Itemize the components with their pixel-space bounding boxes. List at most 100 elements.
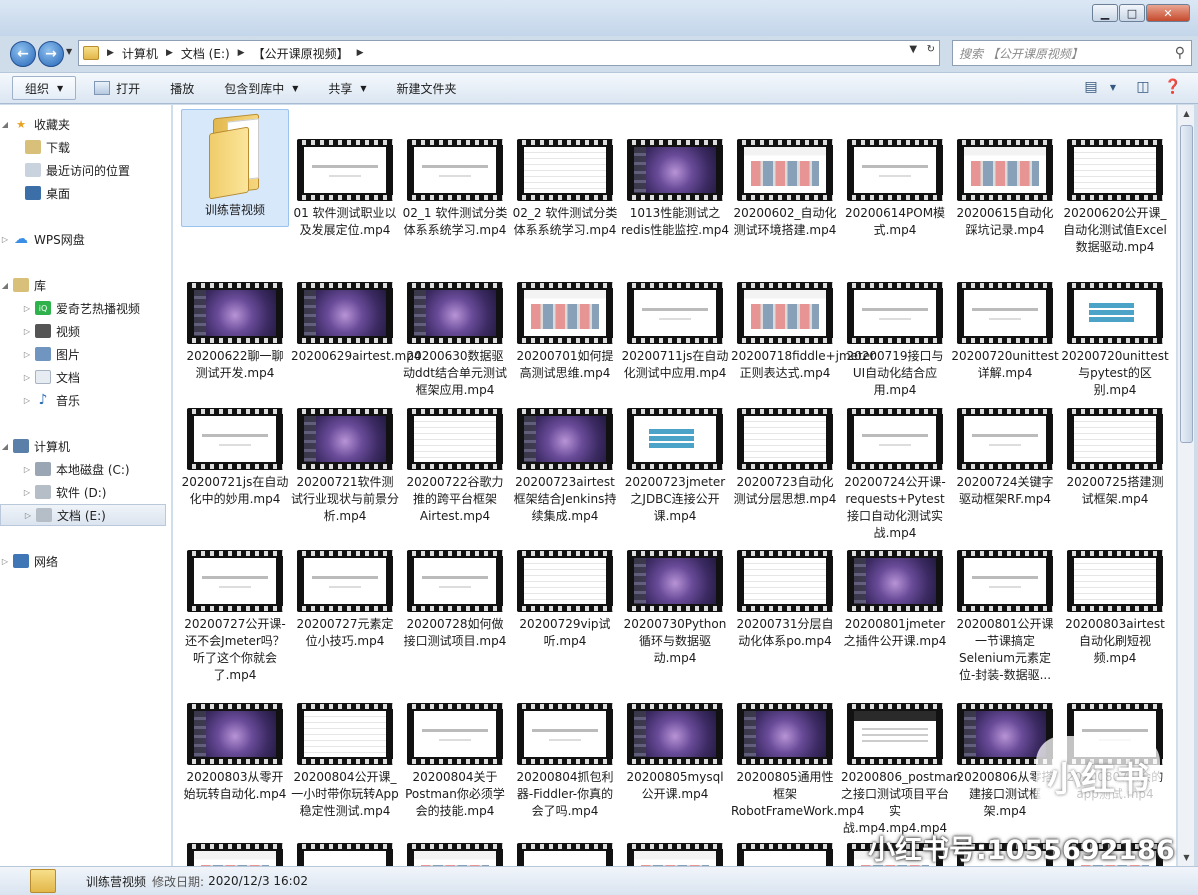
history-dropdown-icon[interactable]: ▼ [66, 47, 72, 56]
video-file-item[interactable] [291, 843, 399, 866]
video-file-item[interactable]: 1013性能测试之redis性能监控.mp4 [621, 109, 729, 239]
back-icon[interactable]: ← [10, 41, 36, 67]
video-file-item[interactable]: 20200804公开课_一小时带你玩转App稳定性测试.mp4 [291, 697, 399, 820]
video-file-item[interactable]: 20200720unittest详解.mp4 [951, 276, 1059, 382]
video-file-item[interactable]: 20200615自动化踩坑记录.mp4 [951, 109, 1059, 239]
video-file-item[interactable]: 20200804关于Postman你必须学会的技能.mp4 [401, 697, 509, 820]
sidebar-item-recent[interactable]: 最近访问的位置 [0, 159, 166, 181]
share-button[interactable]: 共享 ▼ [316, 76, 378, 100]
video-file-item[interactable]: 20200805通用性框架RobotFrameWork.mp4 [731, 697, 864, 820]
video-file-item[interactable]: 20200602_自动化测试环境搭建.mp4 [731, 109, 839, 239]
organize-button[interactable]: 组织 ▼ [12, 76, 77, 100]
open-button[interactable]: 打开 [82, 76, 152, 100]
video-file-item[interactable]: 20200801jmeter之插件公开课.mp4 [841, 544, 949, 650]
video-file-item[interactable] [181, 843, 289, 866]
view-dropdown-icon[interactable]: ▼ [1102, 77, 1124, 97]
search-icon[interactable]: ⚲ [1175, 45, 1185, 61]
sidebar-item-computer[interactable]: ◢ 计算机 [0, 435, 166, 457]
search-input[interactable]: 搜索 【公开课原视频】 ⚲ [952, 40, 1192, 66]
video-file-item[interactable] [511, 843, 619, 866]
video-file-item[interactable]: 20200723自动化测试分层思想.mp4 [731, 402, 839, 508]
collapse-icon[interactable]: ◢ [0, 281, 10, 290]
video-file-item[interactable]: 20200622聊一聊测试开发.mp4 [181, 276, 289, 382]
video-file-item[interactable] [401, 843, 509, 866]
video-file-item[interactable]: 20200801公开课一节课搞定Selenium元素定位-封装-数据驱... [951, 544, 1059, 684]
expand-icon[interactable]: ▷ [22, 396, 32, 405]
sidebar-item-downloads[interactable]: 下载 [0, 136, 166, 158]
collapse-icon[interactable]: ◢ [0, 120, 10, 129]
scrollbar-thumb[interactable] [1180, 125, 1193, 443]
video-file-item[interactable]: 20200723airtest框架结合Jenkins持续集成.mp4 [511, 402, 619, 525]
video-file-item[interactable] [731, 843, 839, 866]
video-file-item[interactable]: 20200727公开课-还不会Jmeter吗？听了这个你就会了.mp4 [181, 544, 289, 684]
video-file-item[interactable]: 02_2 软件测试分类体系系统学习.mp4 [511, 109, 619, 239]
address-bar[interactable]: ▶ 计算机 ▶ 文档 (E:) ▶ 【公开课原视频】 ▶ ▼ ↻ [78, 40, 940, 66]
forward-icon[interactable]: → [38, 41, 64, 67]
video-file-item[interactable]: 20200620公开课_自动化测试值Excel数据驱动.mp4 [1061, 109, 1169, 256]
video-file-item[interactable]: 20200722谷歌力推的跨平台框架Airtest.mp4 [401, 402, 509, 525]
video-file-item[interactable]: 20200805mysql公开课.mp4 [621, 697, 729, 803]
refresh-icon[interactable]: ↻ [927, 44, 935, 55]
video-file-item[interactable]: 20200701如何提高测试思维.mp4 [511, 276, 619, 382]
expand-icon[interactable]: ▷ [22, 304, 32, 313]
expand-icon[interactable]: ▷ [0, 235, 10, 244]
sidebar-item-iqiyi[interactable]: ▷ iQ 爱奇艺热播视频 [0, 297, 166, 319]
sidebar-item-libraries[interactable]: ◢ 库 [0, 274, 166, 296]
expand-icon[interactable]: ▷ [22, 350, 32, 359]
play-button[interactable]: 播放 [158, 76, 206, 100]
sidebar-item-drive-c[interactable]: ▷ 本地磁盘 (C:) [0, 458, 166, 480]
sidebar-item-drive-d[interactable]: ▷ 软件 (D:) [0, 481, 166, 503]
video-file-item[interactable]: 20200730Python循环与数据驱动.mp4 [621, 544, 729, 667]
scroll-up-icon[interactable]: ▲ [1178, 105, 1195, 122]
video-file-item[interactable]: 20200724关键字驱动框架RF.mp4 [951, 402, 1059, 508]
video-file-item[interactable]: 20200803airtest自动化刷短视频.mp4 [1061, 544, 1169, 667]
video-file-item[interactable] [621, 843, 729, 866]
video-file-item[interactable]: 20200725搭建测试框架.mp4 [1061, 402, 1169, 508]
video-file-item[interactable]: 20200721js在自动化中的妙用.mp4 [181, 402, 289, 508]
expand-icon[interactable]: ▷ [22, 488, 32, 497]
preview-pane-icon[interactable]: ◫ [1132, 77, 1154, 97]
new-folder-button[interactable]: 新建文件夹 [385, 76, 469, 100]
breadcrumb-folder[interactable]: 【公开课原视频】 [253, 45, 349, 62]
sidebar-item-wps[interactable]: ▷ ☁ WPS网盘 [0, 228, 166, 250]
video-file-item[interactable]: 20200724公开课-requests+Pytest接口自动化测试实战.mp4 [841, 402, 949, 542]
close-icon[interactable]: ✕ [1146, 4, 1190, 22]
video-file-item[interactable]: 20200729vip试听.mp4 [511, 544, 619, 650]
sidebar-item-music[interactable]: ▷ ♪ 音乐 [0, 389, 166, 411]
video-file-item[interactable]: 02_1 软件测试分类体系系统学习.mp4 [401, 109, 509, 239]
expand-icon[interactable]: ▷ [22, 373, 32, 382]
sidebar-item-pictures[interactable]: ▷ 图片 [0, 343, 166, 365]
view-options-icon[interactable]: ▤ [1080, 77, 1102, 97]
video-file-item[interactable]: 20200711js在自动化测试中应用.mp4 [621, 276, 729, 382]
video-file-item[interactable]: 01 软件测试职业以及发展定位.mp4 [291, 109, 399, 239]
sidebar-item-drive-e[interactable]: ▷ 文档 (E:) [0, 504, 166, 526]
chevron-right-icon[interactable]: ▶ [238, 48, 245, 58]
chevron-right-icon[interactable]: ▶ [107, 48, 114, 58]
video-file-item[interactable]: 20200731分层自动化体系po.mp4 [731, 544, 839, 650]
expand-icon[interactable]: ▷ [23, 511, 33, 520]
video-file-item[interactable]: 20200803从零开始玩转自动化.mp4 [181, 697, 289, 803]
sidebar-item-videos[interactable]: ▷ 视频 [0, 320, 166, 342]
sidebar-item-desktop[interactable]: 桌面 [0, 182, 166, 204]
sidebar-item-network[interactable]: ▷ 网络 [0, 550, 166, 572]
collapse-icon[interactable]: ◢ [0, 442, 10, 451]
video-file-item[interactable]: 20200720unittest与pytest的区别.mp4 [1061, 276, 1169, 399]
video-file-item[interactable]: 20200723jmeter之JDBC连接公开课.mp4 [621, 402, 729, 525]
sidebar-item-documents[interactable]: ▷ 文档 [0, 366, 166, 388]
expand-icon[interactable]: ▷ [22, 327, 32, 336]
vertical-scrollbar[interactable]: ▲ ▼ [1177, 105, 1194, 866]
expand-icon[interactable]: ▷ [22, 465, 32, 474]
video-file-item[interactable]: 20200806_postman之接口测试项目平台实战.mp4.mp4.mp4 [841, 697, 961, 837]
video-file-item[interactable]: 20200614POM模式.mp4 [841, 109, 949, 239]
breadcrumb-drive-e[interactable]: 文档 (E:) [181, 45, 230, 62]
chevron-right-icon[interactable]: ▶ [357, 48, 364, 58]
scroll-down-icon[interactable]: ▼ [1178, 849, 1195, 866]
include-library-button[interactable]: 包含到库中 ▼ [212, 76, 310, 100]
sidebar-item-favorites[interactable]: ◢ ★ 收藏夹 [0, 113, 166, 135]
video-file-item[interactable]: 20200629airtest.mp4 [291, 276, 422, 365]
minimize-icon[interactable]: ▁ [1092, 4, 1118, 22]
video-file-item[interactable]: 20200728如何做接口测试项目.mp4 [401, 544, 509, 650]
expand-icon[interactable]: ▷ [0, 557, 10, 566]
video-file-item[interactable]: 20200804抓包利器-Fiddler-你真的会了吗.mp4 [511, 697, 619, 820]
video-file-item[interactable]: 20200630数据驱动ddt结合单元测试框架应用.mp4 [401, 276, 509, 399]
